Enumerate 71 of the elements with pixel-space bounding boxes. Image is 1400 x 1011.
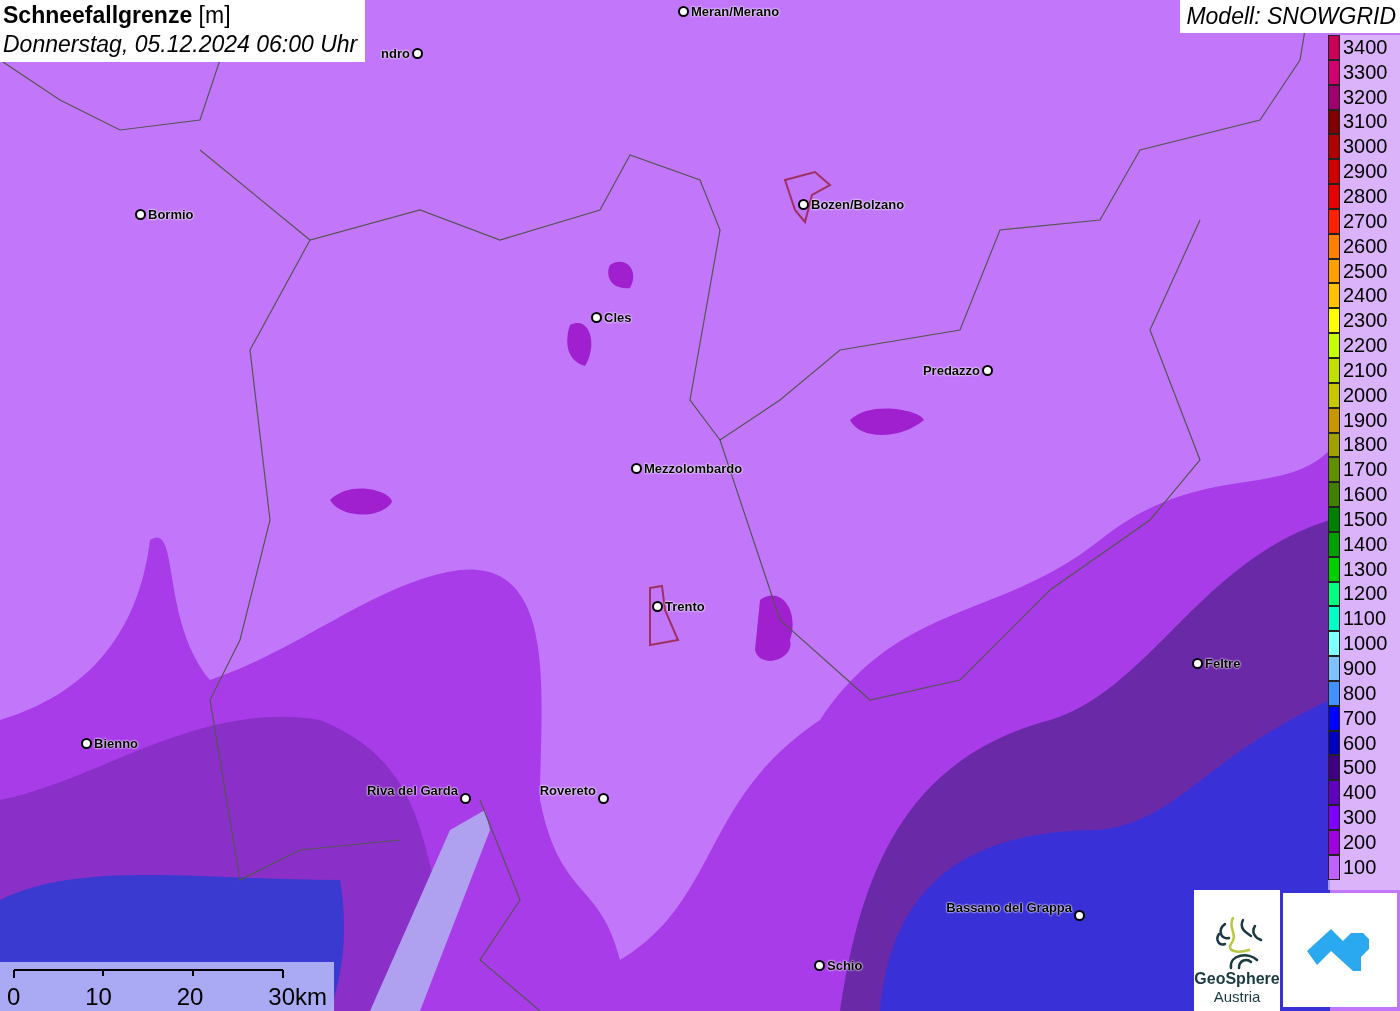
legend-label: 1300 [1343, 557, 1388, 581]
legend-label: 1700 [1343, 458, 1388, 482]
legend-label: 2600 [1343, 234, 1388, 258]
logo-name: GeoSphere [1194, 970, 1280, 988]
logo-subtitle: Austria [1213, 988, 1261, 1005]
city-dot [598, 793, 609, 804]
legend-label: 1600 [1343, 483, 1388, 507]
city-label: Bienno [94, 736, 139, 751]
legend-label: 2300 [1343, 309, 1388, 333]
legend-label: 1100 [1343, 607, 1386, 631]
scale-tick-label: 0 [7, 983, 21, 1011]
city-dot [1074, 910, 1085, 921]
legend-label: 2500 [1343, 259, 1388, 283]
legend-label: 2900 [1343, 160, 1388, 184]
city-dot [678, 6, 689, 17]
city-label: Schio [827, 958, 863, 973]
legend-label: 2400 [1343, 284, 1388, 308]
legend-label: 2800 [1343, 185, 1388, 208]
city-dot [412, 48, 423, 59]
legend-label: 1000 [1343, 632, 1388, 656]
legend-label: 100 [1343, 855, 1377, 879]
legend-label: 3100 [1343, 110, 1388, 134]
city-dot [1192, 658, 1203, 669]
legend-label: 3300 [1343, 60, 1388, 84]
city-dot [798, 199, 809, 210]
city-dot [135, 209, 146, 220]
forecast-datetime: Donnerstag, 05.12.2024 06:00 Uhr [3, 31, 358, 58]
legend-label: 800 [1343, 681, 1377, 705]
city-label: Meran/Merano [691, 4, 780, 19]
legend-label: 3400 [1343, 35, 1388, 59]
city-label: Feltre [1205, 656, 1241, 671]
scale-tick-label: 10 [85, 983, 112, 1011]
legend-label: 500 [1343, 756, 1377, 780]
city-label: Trento [665, 599, 705, 614]
legend-label: 3200 [1343, 85, 1388, 109]
legend-label: 300 [1343, 806, 1377, 830]
legend-label: 400 [1343, 781, 1377, 805]
city-dot [982, 365, 993, 376]
legend-label: 2100 [1343, 358, 1388, 382]
model-label: Modell: SNOWGRID [1180, 0, 1400, 33]
city-label: Bassano del Grappa [946, 900, 1072, 915]
map-title: Schneefallgrenze [m] [3, 2, 232, 29]
legend-label: 3000 [1343, 135, 1388, 159]
city-label: Cles [604, 310, 632, 325]
legend-label: 1900 [1343, 408, 1388, 432]
city-dot [814, 960, 825, 971]
city-label: Bozen/Bolzano [811, 197, 905, 212]
scale-tick-label: 30km [268, 983, 327, 1011]
legend-label: 600 [1343, 731, 1377, 755]
city-dot [652, 601, 663, 612]
legend-label: 2200 [1343, 334, 1388, 358]
legend-label: 1500 [1343, 507, 1388, 531]
city-label: Riva del Garda [366, 783, 458, 798]
city-label: Predazzo [922, 363, 980, 378]
city-label: Rovereto [539, 783, 596, 798]
city-dot [591, 312, 602, 323]
legend-label: 1800 [1343, 433, 1388, 457]
legend-label: 200 [1343, 830, 1377, 854]
legend-label: 700 [1343, 706, 1377, 730]
legend-label: 1400 [1343, 532, 1388, 556]
city-dot [460, 793, 471, 804]
legend-label: 900 [1343, 657, 1377, 680]
legend-label: 2700 [1343, 209, 1388, 233]
legend-label: 2000 [1343, 383, 1388, 407]
city-label: ndro [381, 46, 410, 61]
city-label: Mezzolombardo [644, 461, 743, 476]
city-dot [81, 738, 92, 749]
scale-tick-label: 20 [176, 983, 204, 1011]
city-dot [631, 463, 642, 474]
city-label: Bormio [148, 207, 194, 222]
legend-label: 1200 [1343, 582, 1388, 606]
